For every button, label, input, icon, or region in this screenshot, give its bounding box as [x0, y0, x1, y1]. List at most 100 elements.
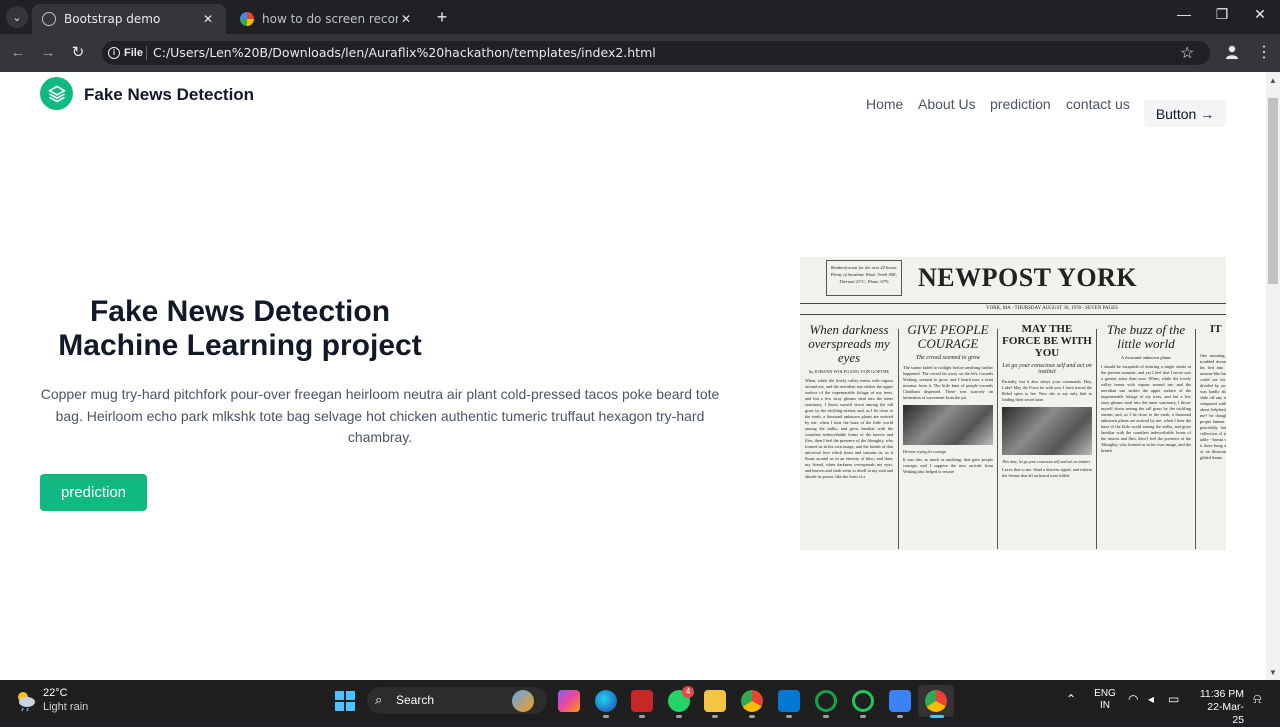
tab-screen-recording[interactable]: how to do screen recording in l ✕	[230, 4, 424, 34]
system-clock[interactable]: 11:36 PM 22-Mar-25	[1198, 688, 1244, 727]
nav-contact-us[interactable]: contact us	[1066, 96, 1130, 112]
newspaper-image: Weatherforcast for the next 24 hours: Pl…	[800, 257, 1226, 550]
chevron-up-icon[interactable]: ⌃	[1066, 692, 1076, 706]
running-indicator	[603, 715, 609, 718]
photo-caption: Heroine trying for courage	[903, 449, 947, 454]
newspaper-photo	[1002, 407, 1092, 455]
whatsapp-badge: 4	[682, 686, 694, 698]
brand-name[interactable]: Fake News Detection	[84, 85, 254, 105]
divider	[800, 303, 1226, 304]
hero-title-line: Machine Learning project	[58, 329, 422, 362]
running-indicator	[897, 715, 903, 718]
scrollbar-thumb[interactable]	[1268, 98, 1278, 284]
scroll-up-arrow-icon[interactable]: ▲	[1269, 76, 1277, 85]
tab-bootstrap-demo[interactable]: Bootstrap demo ✕	[32, 4, 226, 34]
clock-date: 22-Mar-25	[1207, 701, 1244, 726]
newspaper-dateline: YORK, MA - THURSDAY AUGUST 30, 1978 - SE…	[986, 306, 1118, 311]
chrome-icon[interactable]	[925, 690, 947, 712]
scroll-down-arrow-icon[interactable]: ▼	[1269, 668, 1277, 677]
copilot-icon[interactable]	[558, 690, 580, 712]
newspaper-masthead: NEWPOST YORK	[918, 263, 1138, 292]
globe-icon	[42, 12, 56, 26]
column-body: Partially, but it also obeys your comman…	[1002, 379, 1092, 402]
column-headline: MAY THE FORCE BE WITH YOU	[1002, 323, 1092, 359]
edge-browser-icon[interactable]	[595, 690, 617, 712]
divider	[1096, 329, 1097, 549]
site-info-chip[interactable]: i File	[108, 44, 143, 62]
cloud-rain-icon[interactable]	[14, 688, 38, 712]
tab-title: Bootstrap demo	[64, 12, 161, 26]
page-viewport: Fake News Detection Home About Us predic…	[0, 72, 1266, 680]
weather-description[interactable]: Light rain	[43, 701, 88, 713]
notification-bell-icon[interactable]: ⍾	[1253, 691, 1262, 707]
prediction-button[interactable]: prediction	[40, 474, 147, 511]
weather-temperature[interactable]: 22°C	[43, 687, 68, 699]
running-indicator	[639, 715, 645, 718]
running-indicator	[823, 715, 829, 718]
language-indicator[interactable]: ENG IN	[1094, 688, 1116, 712]
app-circle-icon[interactable]	[852, 690, 874, 712]
running-indicator	[786, 715, 792, 718]
newspaper-photo	[903, 405, 993, 445]
running-indicator	[749, 715, 755, 718]
maximize-button[interactable]: ❐	[1210, 6, 1234, 23]
divider	[146, 46, 147, 60]
paint-app-icon[interactable]	[889, 690, 911, 712]
chrome-icon[interactable]	[741, 690, 763, 712]
divider	[997, 329, 998, 549]
forward-button[interactable]: →	[38, 43, 58, 63]
divider	[1195, 329, 1196, 549]
close-icon[interactable]: ✕	[398, 12, 414, 26]
region-code: IN	[1100, 700, 1110, 711]
newspaper-column: MAY THE FORCE BE WITH YOU Let go your co…	[1002, 323, 1092, 550]
more-menu-icon[interactable]: ⋮	[1256, 42, 1272, 62]
running-indicator	[860, 715, 866, 718]
battery-icon[interactable]: ▭	[1168, 692, 1179, 706]
nav-about-us[interactable]: About Us	[918, 96, 976, 112]
column-headline: GIVE PEOPLE COURAGE	[907, 323, 989, 351]
hero-title: Fake News Detection Machine Learning pro…	[40, 295, 440, 363]
column-sub: A thousand unknown plants	[1120, 355, 1172, 360]
hero-title-line: Fake News Detection	[89, 295, 391, 328]
windows-start-icon[interactable]	[334, 690, 356, 712]
reload-button[interactable]: ↻	[68, 43, 88, 63]
nav-home[interactable]: Home	[866, 96, 903, 112]
minimize-button[interactable]: —	[1172, 6, 1196, 22]
column-byline: by JOHANN WOLFGANG VON GOETHE	[808, 369, 890, 374]
weather-box: Weatherforcast for the next 24 hours: Pl…	[826, 260, 902, 296]
bookmark-star-icon[interactable]: ☆	[1180, 43, 1194, 63]
logo[interactable]	[40, 77, 73, 110]
new-tab-button[interactable]: +	[432, 7, 452, 27]
photo-caption: This time, let go your conscious self an…	[1002, 459, 1091, 464]
taskbar-search-label: Search	[396, 693, 435, 707]
tab-title: how to do screen recording in l	[262, 12, 398, 26]
column-body: It was this, as much as anything, that g…	[903, 457, 993, 474]
column-body: Leave that to me. Send a distress signal…	[1002, 467, 1092, 478]
url-text[interactable]: C:/Users/Len%20B/Downloads/len/Auraflix%…	[153, 45, 656, 60]
app-circle-icon[interactable]	[815, 690, 837, 712]
running-indicator	[712, 715, 718, 718]
nav-prediction[interactable]: prediction	[990, 96, 1051, 112]
nav-button[interactable]: Button →	[1144, 100, 1226, 127]
search-highlight-icon[interactable]	[512, 690, 534, 712]
column-headline: When darkness overspreads my eyes	[808, 323, 890, 365]
column-headline: The buzz of the little world	[1106, 323, 1186, 351]
acrobat-reader-icon[interactable]	[631, 690, 653, 712]
url-chip-label: File	[124, 47, 143, 59]
tab-bar: ⌄ Bootstrap demo ✕ how to do screen reco…	[0, 0, 1280, 34]
file-explorer-icon[interactable]	[704, 690, 726, 712]
volume-icon[interactable]: ◂	[1148, 692, 1154, 706]
wifi-icon[interactable]: ◠	[1128, 692, 1138, 706]
back-button[interactable]: ←	[8, 43, 28, 63]
column-headline: IT	[1210, 323, 1222, 335]
tab-search-button[interactable]: ⌄	[6, 6, 28, 28]
profile-icon[interactable]	[1224, 44, 1240, 60]
window-close-button[interactable]: ✕	[1248, 6, 1272, 23]
newspaper-column: The buzz of the little world A thousand …	[1101, 323, 1191, 550]
column-body: The sunset faded to twilight before anyt…	[903, 365, 993, 400]
vscode-icon[interactable]	[778, 690, 800, 712]
hero-description: Copper mug try-hard pitchfork pour-over …	[40, 386, 720, 445]
google-icon	[240, 12, 254, 26]
close-icon[interactable]: ✕	[200, 12, 216, 26]
column-subhead: The crowd seemed to grow	[915, 355, 981, 361]
